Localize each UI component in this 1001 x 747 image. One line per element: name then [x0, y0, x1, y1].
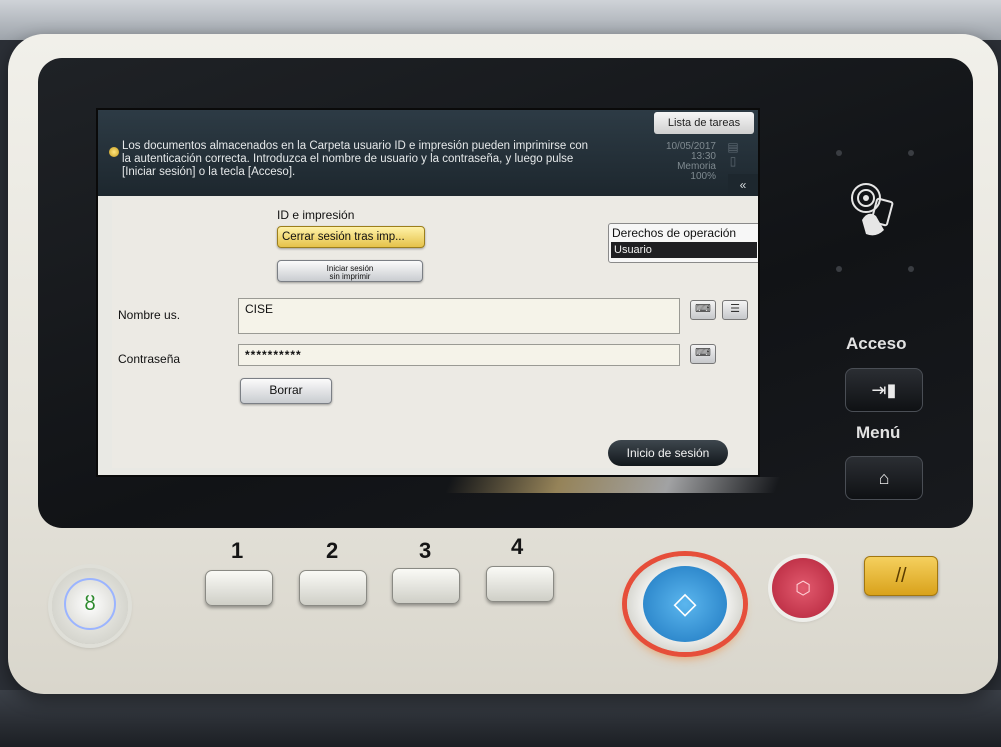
touch-screen: Los documentos almacenados en la Carpeta…: [96, 108, 760, 477]
login-without-print-button[interactable]: Iniciar sesión sin imprimir: [277, 260, 423, 282]
power-save-icon: ȣ: [64, 578, 116, 630]
keyboard-icon[interactable]: ⌨: [690, 300, 716, 320]
address-book-icon[interactable]: ☰: [722, 300, 748, 320]
login-button[interactable]: Inicio de sesión: [608, 440, 728, 466]
screen-reflection: [445, 477, 781, 493]
key-1-label: 1: [231, 538, 244, 563]
indicator-dot: [908, 150, 914, 156]
start-icon: ◇: [643, 566, 727, 642]
key-2-label: 2: [326, 538, 339, 563]
access-label: Acceso: [846, 334, 907, 353]
indicator-dot: [836, 150, 842, 156]
reset-icon: //: [895, 565, 907, 587]
status-block: 10/05/2017 13:30 Memoria 100%: [646, 142, 716, 182]
password-label: Contraseña: [118, 352, 181, 366]
reset-button[interactable]: //: [864, 556, 938, 596]
id-print-label: ID e impresión: [277, 208, 355, 222]
register-key-4[interactable]: [486, 566, 554, 602]
task-list-button[interactable]: Lista de tareas: [654, 112, 754, 134]
register-key-3[interactable]: [392, 568, 460, 604]
menu-label: Menú: [856, 423, 901, 442]
collapse-button[interactable]: «: [728, 174, 758, 196]
toner-icon: ▯: [729, 154, 737, 168]
register-key-2[interactable]: [299, 570, 367, 606]
login-panel: ID e impresión Cerrar sesión tras imp...…: [112, 200, 758, 468]
message-bar: Los documentos almacenados en la Carpeta…: [98, 110, 758, 196]
login-without-print-line2: sin imprimir: [329, 272, 371, 281]
access-key-icon: ⇥▮: [871, 380, 897, 400]
logout-after-print-button[interactable]: Cerrar sesión tras imp...: [277, 226, 425, 248]
access-key[interactable]: ⇥▮: [845, 368, 923, 412]
nfc-card-icon: [846, 180, 902, 240]
username-field[interactable]: CISE: [238, 298, 680, 334]
memory-value: 100%: [690, 171, 716, 182]
home-icon: ⌂: [878, 468, 890, 488]
info-bulb-icon: [109, 147, 119, 157]
indicator-dot: [908, 266, 914, 272]
home-key[interactable]: ⌂: [845, 456, 923, 500]
power-save-button[interactable]: ȣ: [52, 568, 128, 644]
operation-rights-label: Derechos de operación: [612, 226, 737, 240]
clear-button[interactable]: Borrar: [240, 378, 332, 404]
operation-rights-select[interactable]: Usuario: [611, 242, 757, 258]
key-4-label: 4: [511, 534, 524, 559]
stop-button[interactable]: ⬡: [772, 558, 834, 618]
key-3-label: 3: [419, 538, 432, 563]
scanner-icon: ▤: [727, 140, 739, 154]
stop-icon: ⬡: [795, 578, 811, 598]
start-button[interactable]: ◇: [627, 556, 743, 652]
username-label: Nombre us.: [118, 308, 181, 322]
keyboard-icon[interactable]: ⌨: [690, 344, 716, 364]
password-field[interactable]: **********: [238, 344, 680, 366]
operation-rights-box[interactable]: Derechos de operación Usuario: [608, 223, 758, 263]
instruction-message: Los documentos almacenados en la Carpeta…: [122, 140, 588, 178]
register-key-1[interactable]: [205, 570, 273, 606]
indicator-dot: [836, 266, 842, 272]
background-bottom: [0, 690, 1001, 747]
